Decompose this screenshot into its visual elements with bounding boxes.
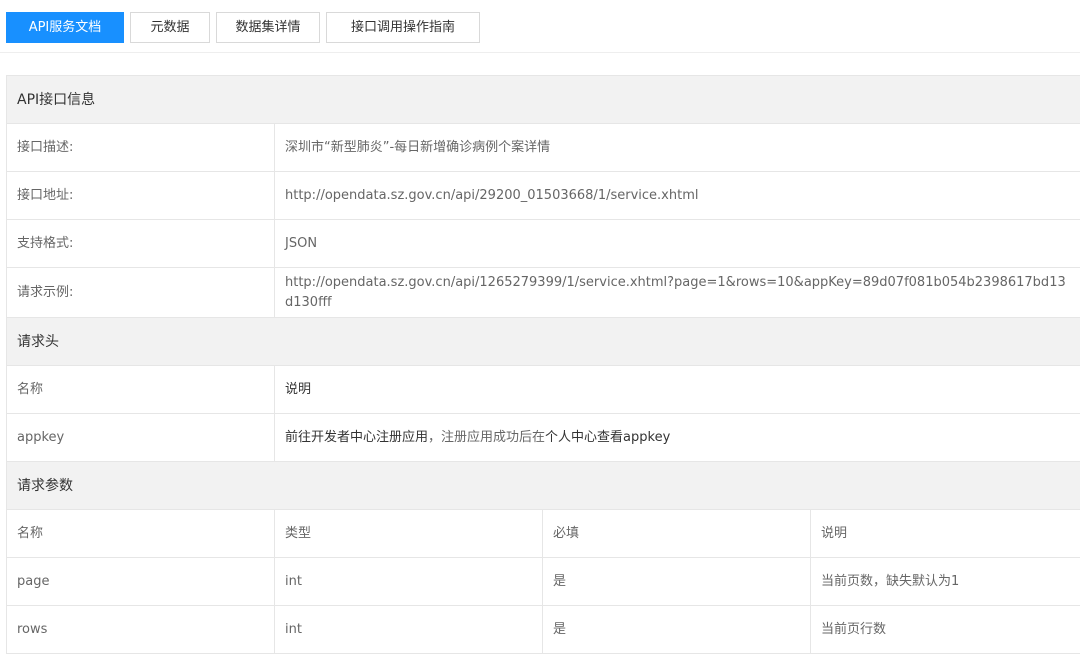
param-required: 是	[543, 558, 811, 605]
param-type: int	[275, 558, 543, 605]
personal-center-link[interactable]: 个人中心查看appkey	[545, 428, 670, 448]
tab-metadata[interactable]: 元数据	[130, 12, 210, 43]
developer-center-link[interactable]: 前往开发者中心注册应用	[285, 428, 428, 448]
table-row: page int 是 当前页数，缺失默认为1	[7, 558, 1080, 606]
param-name: rows	[7, 606, 275, 653]
desc-text: ，注册应用成功后在	[428, 429, 546, 445]
column-header: 说明	[275, 366, 1080, 413]
api-doc-table: API接口信息 接口描述: 深圳市“新型肺炎”-每日新增确诊病例个案详情 接口地…	[6, 75, 1080, 654]
section-title: API接口信息	[17, 91, 96, 108]
field-value: JSON	[275, 220, 1080, 267]
table-row: rows int 是 当前页行数	[7, 606, 1080, 654]
param-desc: 当前页行数	[811, 606, 1080, 653]
field-label: 支持格式:	[7, 220, 275, 267]
column-header: 类型	[275, 510, 543, 557]
column-header: 名称	[7, 366, 275, 413]
param-type: int	[275, 606, 543, 653]
param-desc: 当前页数，缺失默认为1	[811, 558, 1080, 605]
field-label: 请求示例:	[7, 268, 275, 317]
section-title: 请求头	[17, 333, 59, 350]
field-value: 深圳市“新型肺炎”-每日新增确诊病例个案详情	[275, 124, 1080, 171]
field-label: 接口描述:	[7, 124, 275, 171]
tab-dataset-detail[interactable]: 数据集详情	[216, 12, 320, 43]
table-header-row: 名称 类型 必填 说明	[7, 510, 1080, 558]
section-request-params: 请求参数	[7, 462, 1080, 510]
tab-api-doc[interactable]: API服务文档	[6, 12, 124, 43]
section-api-info: API接口信息	[7, 76, 1080, 124]
param-name: page	[7, 558, 275, 605]
api-url: http://opendata.sz.gov.cn/api/29200_0150…	[275, 172, 1080, 219]
tab-divider	[0, 52, 1080, 53]
request-example-url: http://opendata.sz.gov.cn/api/1265279399…	[275, 268, 1080, 317]
table-row: appkey 前往开发者中心注册应用 ，注册应用成功后在 个人中心查看appkey	[7, 414, 1080, 462]
tab-bar: API服务文档 元数据 数据集详情 接口调用操作指南	[6, 12, 486, 43]
table-row: 接口描述: 深圳市“新型肺炎”-每日新增确诊病例个案详情	[7, 124, 1080, 172]
field-label: 接口地址:	[7, 172, 275, 219]
section-title: 请求参数	[17, 477, 73, 494]
tab-call-guide[interactable]: 接口调用操作指南	[326, 12, 480, 43]
table-row: 请求示例: http://opendata.sz.gov.cn/api/1265…	[7, 268, 1080, 318]
table-header-row: 名称 说明	[7, 366, 1080, 414]
section-request-header: 请求头	[7, 318, 1080, 366]
header-name: appkey	[7, 414, 275, 461]
param-required: 是	[543, 606, 811, 653]
table-row: 支持格式: JSON	[7, 220, 1080, 268]
table-row: 接口地址: http://opendata.sz.gov.cn/api/2920…	[7, 172, 1080, 220]
column-header: 必填	[543, 510, 811, 557]
column-header: 说明	[811, 510, 1080, 557]
column-header: 名称	[7, 510, 275, 557]
header-desc: 前往开发者中心注册应用 ，注册应用成功后在 个人中心查看appkey	[275, 414, 1080, 461]
